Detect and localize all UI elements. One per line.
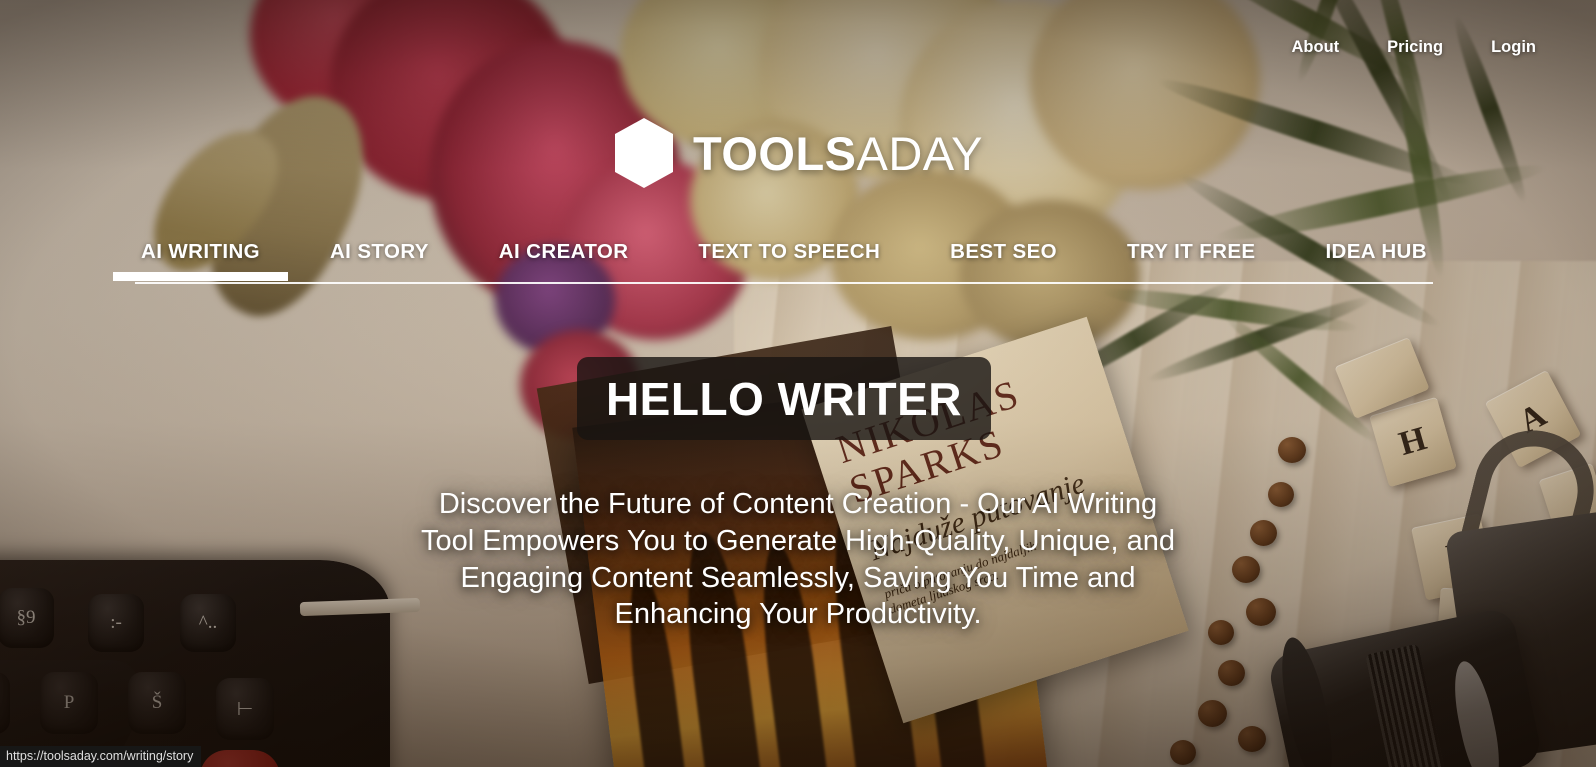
browser-status-bar-url: https://toolsaday.com/writing/story xyxy=(0,746,202,767)
tab-text-to-speech[interactable]: TEXT TO SPEECH xyxy=(692,240,886,274)
brand-name: TOOLSADAY xyxy=(693,130,983,177)
tab-best-seo[interactable]: BEST SEO xyxy=(944,240,1063,274)
top-utility-nav: About Pricing Login xyxy=(1292,38,1537,57)
tab-ai-writing[interactable]: AI WRITING xyxy=(112,240,289,281)
page-title: HELLO WRITER xyxy=(605,372,963,425)
tab-ai-story[interactable]: AI STORY xyxy=(324,240,435,274)
product-tab-bar: AI WRITING AI STORY AI CREATOR TEXT TO S… xyxy=(112,240,1433,284)
tab-idea-hub[interactable]: IDEA HUB xyxy=(1319,240,1433,274)
brand-name-bold: TOOLS xyxy=(692,126,857,180)
nav-link-login[interactable]: Login xyxy=(1491,38,1536,57)
brand-logo[interactable]: TOOLSADAY xyxy=(0,118,1596,188)
hero-ui-overlay: About Pricing Login TOOLSADAY AI WRITING… xyxy=(0,0,1596,767)
tab-ai-creator[interactable]: AI CREATOR xyxy=(493,240,635,274)
brand-name-light: ADAY xyxy=(856,126,984,180)
nav-link-about[interactable]: About xyxy=(1292,38,1340,57)
tab-try-it-free[interactable]: TRY IT FREE xyxy=(1121,240,1262,274)
page-root: §9 :- ^.. O P Š ⊢ xyxy=(0,0,1596,767)
nav-link-pricing[interactable]: Pricing xyxy=(1387,38,1443,57)
hero-title-panel: HELLO WRITER xyxy=(577,357,991,440)
hero-subtitle: Discover the Future of Content Creation … xyxy=(421,488,1175,631)
toolsaday-hexagon-logo-icon xyxy=(614,118,673,188)
